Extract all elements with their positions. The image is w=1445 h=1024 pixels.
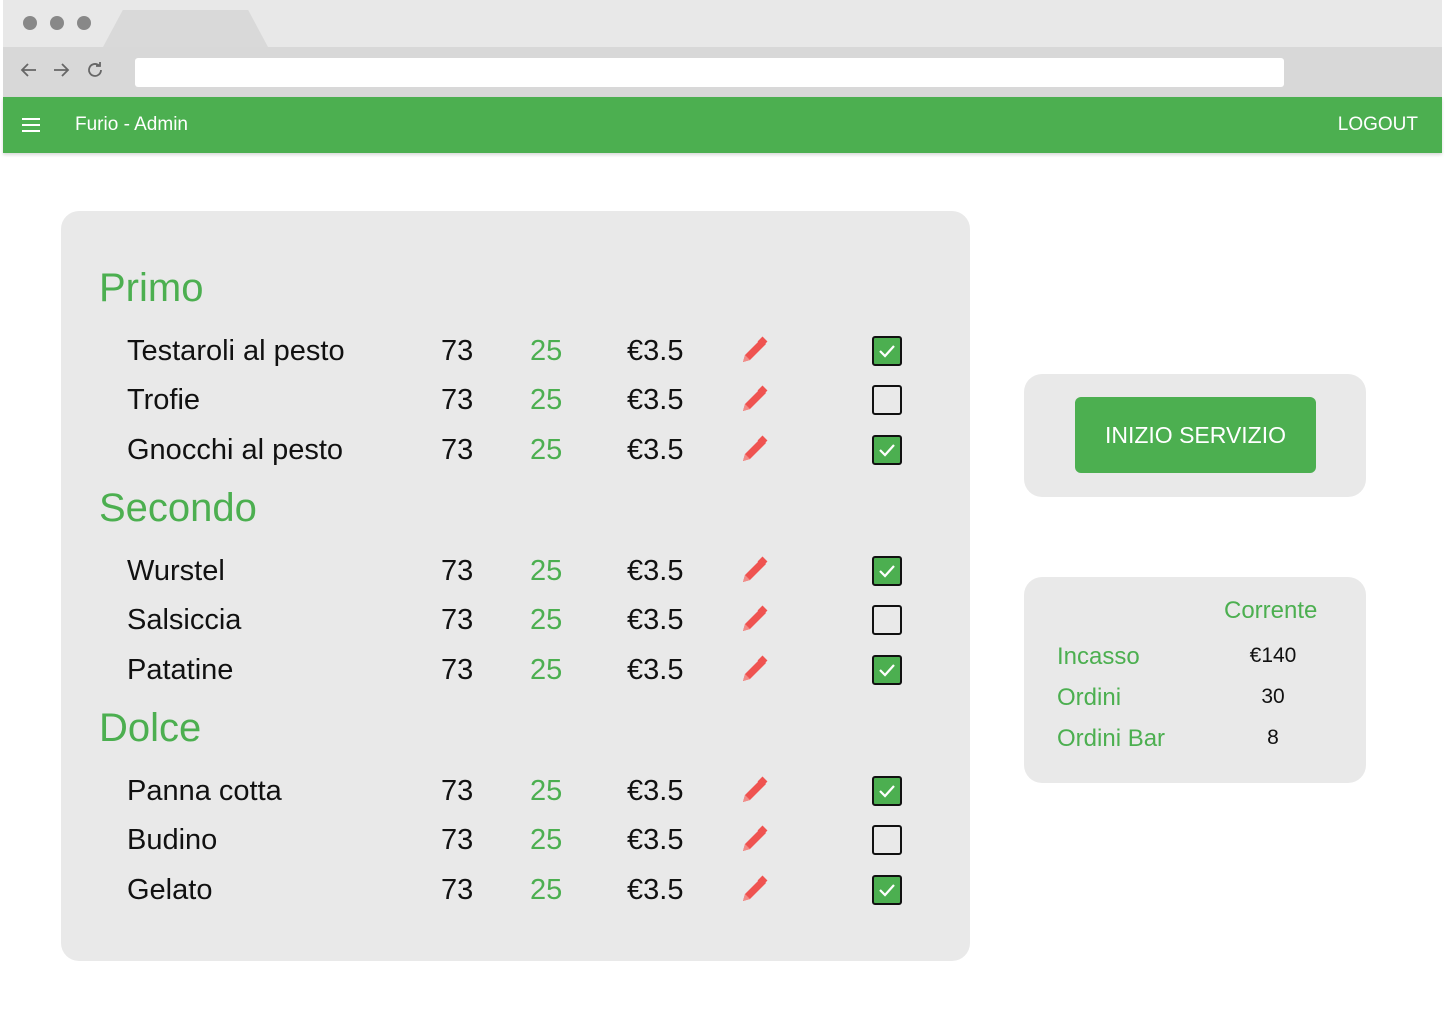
item-price: €3.5	[627, 384, 684, 416]
item-enabled-checkbox[interactable]	[872, 605, 902, 635]
item-enabled-checkbox[interactable]	[872, 385, 902, 415]
menu-item-row: Gelato 73 25 €3.5	[61, 870, 970, 910]
start-service-button[interactable]: INIZIO SERVIZIO	[1075, 397, 1316, 473]
item-quantity: 73	[441, 604, 474, 636]
item-name: Budino	[127, 824, 218, 856]
item-enabled-checkbox[interactable]	[872, 336, 902, 366]
stat-value-ordini: 30	[1261, 685, 1285, 708]
item-price: €3.5	[627, 824, 684, 856]
item-quantity: 73	[441, 874, 474, 906]
window-close-dot[interactable]	[23, 16, 37, 30]
edit-pencil-icon[interactable]	[737, 873, 771, 907]
item-quantity: 73	[441, 654, 474, 686]
item-quantity: 73	[441, 384, 474, 416]
item-green-value: 25	[530, 874, 563, 906]
service-card: INIZIO SERVIZIO	[1024, 374, 1366, 497]
item-enabled-checkbox[interactable]	[872, 776, 902, 806]
item-name: Testaroli al pesto	[127, 335, 345, 367]
window-minimize-dot[interactable]	[50, 16, 64, 30]
logout-button[interactable]: LOGOUT	[1338, 114, 1418, 136]
edit-pencil-icon[interactable]	[737, 653, 771, 687]
app-title: Furio - Admin	[75, 114, 188, 135]
browser-titlebar	[3, 0, 1442, 47]
item-green-value: 25	[530, 555, 563, 587]
item-enabled-checkbox[interactable]	[872, 556, 902, 586]
forward-arrow-icon[interactable]	[51, 60, 71, 86]
edit-pencil-icon[interactable]	[737, 334, 771, 368]
category-title: Primo	[99, 266, 204, 310]
menu-item-row: Panna cotta 73 25 €3.5	[61, 771, 970, 811]
item-green-value: 25	[530, 384, 563, 416]
item-price: €3.5	[627, 335, 684, 367]
item-name: Panna cotta	[127, 775, 282, 807]
stat-label-ordini: Ordini	[1057, 684, 1122, 711]
edit-pencil-icon[interactable]	[737, 603, 771, 637]
item-name: Salsiccia	[127, 604, 242, 636]
stat-value-incasso: €140	[1249, 644, 1297, 667]
stat-label-ordini-bar: Ordini Bar	[1057, 725, 1166, 752]
item-name: Wurstel	[127, 555, 225, 587]
back-arrow-icon[interactable]	[19, 60, 39, 86]
window-maximize-dot[interactable]	[77, 16, 91, 30]
item-green-value: 25	[530, 654, 563, 686]
edit-pencil-icon[interactable]	[737, 433, 771, 467]
item-quantity: 73	[441, 335, 474, 367]
address-bar[interactable]	[135, 58, 1284, 87]
item-green-value: 25	[530, 434, 563, 466]
stats-card: Corrente Incasso €140 Ordini 30 Ordini B…	[1024, 577, 1366, 783]
category-title: Dolce	[99, 706, 202, 750]
menu-item-row: Testaroli al pesto 73 25 €3.5	[61, 331, 970, 371]
stat-value-ordini-bar: 8	[1267, 726, 1279, 749]
item-green-value: 25	[530, 775, 563, 807]
menu-item-row: Patatine 73 25 €3.5	[61, 650, 970, 690]
item-price: €3.5	[627, 604, 684, 636]
item-enabled-checkbox[interactable]	[872, 435, 902, 465]
edit-pencil-icon[interactable]	[737, 383, 771, 417]
item-quantity: 73	[441, 555, 474, 587]
hamburger-menu-icon[interactable]	[22, 118, 40, 132]
menu-item-row: Wurstel 73 25 €3.5	[61, 551, 970, 591]
stat-label-incasso: Incasso	[1057, 643, 1140, 670]
item-quantity: 73	[441, 434, 474, 466]
item-price: €3.5	[627, 654, 684, 686]
stats-column-header: Corrente	[1224, 597, 1318, 624]
item-green-value: 25	[530, 604, 563, 636]
browser-tab[interactable]	[103, 10, 268, 47]
reload-icon[interactable]	[85, 60, 105, 86]
menu-item-row: Salsiccia 73 25 €3.5	[61, 600, 970, 640]
item-quantity: 73	[441, 824, 474, 856]
item-name: Patatine	[127, 654, 234, 686]
item-enabled-checkbox[interactable]	[872, 655, 902, 685]
menu-item-row: Budino 73 25 €3.5	[61, 820, 970, 860]
menu-card: Primo Testaroli al pesto 73 25 €3.5 Trofie 73 2…	[61, 211, 970, 961]
menu-item-row: Trofie 73 25 €3.5	[61, 380, 970, 420]
app-bar: Furio - Admin LOGOUT	[3, 97, 1442, 153]
edit-pencil-icon[interactable]	[737, 823, 771, 857]
item-green-value: 25	[530, 335, 563, 367]
menu-item-row: Gnocchi al pesto 73 25 €3.5	[61, 430, 970, 470]
edit-pencil-icon[interactable]	[737, 554, 771, 588]
category-title: Secondo	[99, 486, 257, 530]
item-price: €3.5	[627, 874, 684, 906]
item-name: Gnocchi al pesto	[127, 434, 344, 466]
item-enabled-checkbox[interactable]	[872, 875, 902, 905]
item-quantity: 73	[441, 775, 474, 807]
item-name: Trofie	[127, 384, 201, 416]
item-price: €3.5	[627, 555, 684, 587]
item-green-value: 25	[530, 824, 563, 856]
item-price: €3.5	[627, 775, 684, 807]
item-price: €3.5	[627, 434, 684, 466]
item-name: Gelato	[127, 874, 213, 906]
item-enabled-checkbox[interactable]	[872, 825, 902, 855]
edit-pencil-icon[interactable]	[737, 774, 771, 808]
